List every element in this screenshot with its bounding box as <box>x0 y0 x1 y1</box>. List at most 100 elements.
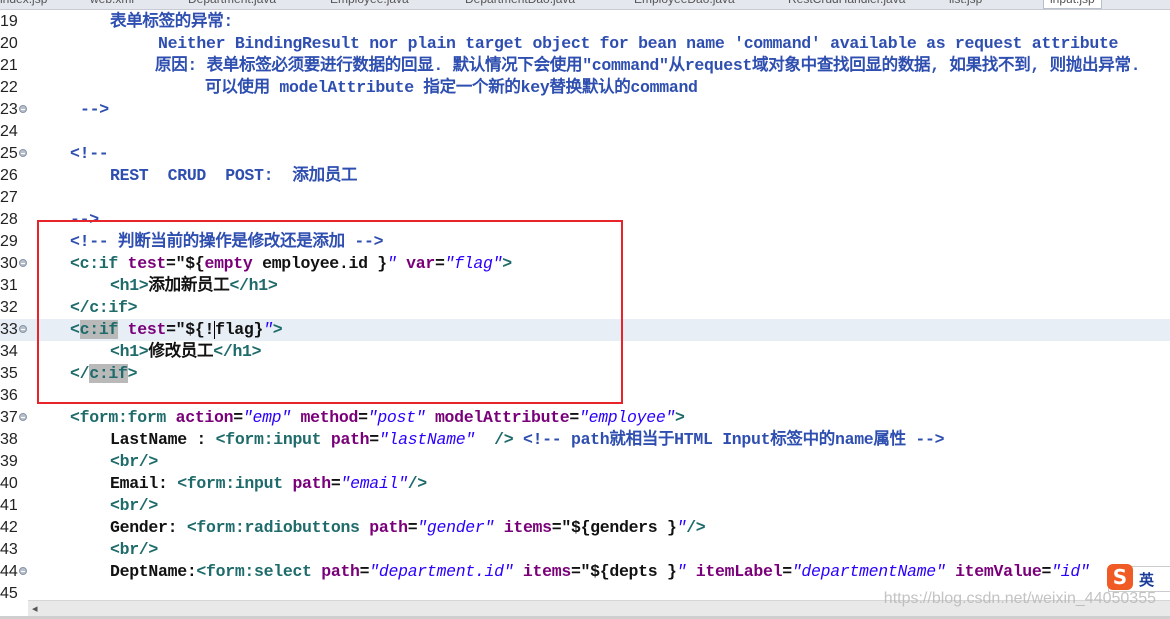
tab-list-jsp[interactable]: list.jsp <box>949 0 982 8</box>
scroll-left-icon[interactable]: ◂ <box>32 601 38 616</box>
code-line[interactable]: 40 Email: <form:input path="email"/> <box>0 473 1170 495</box>
tab-restcrudhandler-java[interactable]: RestCrudHandler.java <box>788 0 905 8</box>
sogou-ime-icon: S <box>1107 564 1133 590</box>
code-token: = <box>1041 562 1052 581</box>
code-token: <form:radiobuttons <box>186 518 370 537</box>
code-token: Neither BindingResult nor plain target o… <box>158 34 1119 53</box>
tab-input-jsp[interactable]: input.jsp <box>1043 0 1102 9</box>
line-number: 43 <box>0 541 18 558</box>
fold-toggle-icon[interactable] <box>19 567 27 575</box>
line-number: 39 <box>0 453 18 470</box>
code-token: "${genders } <box>561 518 677 537</box>
code-line[interactable]: 26 REST CRUD POST: 添加员工 <box>0 165 1170 187</box>
code-text: 可以使用 modelAttribute 指定一个新的key替换默认的comman… <box>205 77 698 99</box>
code-token: "gender" <box>417 518 495 537</box>
code-token: items <box>522 562 571 581</box>
code-line[interactable]: 41 <br/> <box>0 495 1170 517</box>
code-line[interactable]: 43 <br/> <box>0 539 1170 561</box>
code-token: <form:input <box>215 430 331 449</box>
code-line[interactable]: 27 <box>0 187 1170 209</box>
code-token: itemValue <box>955 562 1042 581</box>
line-number: 22 <box>0 79 18 96</box>
fold-toggle-icon[interactable] <box>19 325 27 333</box>
code-token: 原因: 表单标签必须要进行数据的回显. 默认情况下会使用"command"从re… <box>155 56 1141 75</box>
fold-toggle-icon[interactable] <box>19 259 27 267</box>
code-token: <form:form <box>70 408 176 427</box>
code-token: = <box>570 562 581 581</box>
code-token: "departmentName" <box>791 562 946 581</box>
line-number: 34 <box>0 343 18 360</box>
code-text: LastName : <form:input path="lastName" /… <box>110 429 945 451</box>
code-token: "department.id" <box>369 562 514 581</box>
code-text: Neither BindingResult nor plain target o… <box>158 33 1118 55</box>
code-line[interactable]: 38 LastName : <form:input path="lastName"… <box>0 429 1170 451</box>
code-token: <!-- path就相当于HTML Input标签中的name属性 --> <box>522 430 945 449</box>
code-token: /> <box>494 430 514 449</box>
code-token: <form:input <box>177 474 293 493</box>
line-number: 42 <box>0 519 18 536</box>
code-line[interactable]: 39 <br/> <box>0 451 1170 473</box>
line-number: 36 <box>0 387 18 404</box>
code-text: REST CRUD POST: 添加员工 <box>110 165 358 187</box>
code-token: = <box>359 562 370 581</box>
code-line[interactable]: 37 <form:form action="emp" method="post" … <box>0 407 1170 429</box>
tab-index-jsp[interactable]: index.jsp <box>0 0 47 8</box>
code-token: items <box>503 518 552 537</box>
line-number: 28 <box>0 211 18 228</box>
code-line[interactable]: 19 表单标签的异常: <box>0 11 1170 33</box>
code-text: <br/> <box>110 451 158 473</box>
code-line[interactable]: 20 Neither BindingResult nor plain target… <box>0 33 1170 55</box>
code-token: "emp" <box>242 408 291 427</box>
code-text: 原因: 表单标签必须要进行数据的回显. 默认情况下会使用"command"从re… <box>155 55 1141 77</box>
code-token: DeptName: <box>110 562 197 581</box>
tab-department-java[interactable]: Department.java <box>188 0 276 8</box>
code-token: /> <box>686 518 706 537</box>
code-text: <br/> <box>110 495 158 517</box>
code-token: <!-- <box>70 144 109 163</box>
code-token: /> <box>407 474 428 493</box>
code-token: Gender: <box>110 518 187 537</box>
line-number: 26 <box>0 167 18 184</box>
tab-employeedao-java[interactable]: EmployeeDao.java <box>634 0 735 8</box>
fold-toggle-icon[interactable] <box>19 149 27 157</box>
line-number: 24 <box>0 123 18 140</box>
code-line[interactable]: 24 <box>0 121 1170 143</box>
code-token: action <box>175 408 234 427</box>
code-line[interactable]: 23 --> <box>0 99 1170 121</box>
ime-indicator[interactable]: S 英 <box>1107 564 1170 592</box>
code-token: = <box>782 562 792 581</box>
code-token: <br/> <box>110 540 159 559</box>
highlight-box <box>37 220 623 404</box>
code-line[interactable]: 25 <!-- <box>0 143 1170 165</box>
code-token: --> <box>80 100 109 119</box>
code-token: method <box>300 408 359 427</box>
code-line[interactable]: 22 可以使用 modelAttribute 指定一个新的key替换默认的comm… <box>0 77 1170 99</box>
ime-language[interactable]: 英 <box>1139 569 1154 590</box>
line-number: 20 <box>0 35 18 52</box>
tab-employee-java[interactable]: Employee.java <box>330 0 409 8</box>
code-line[interactable]: 44 DeptName:<form:select path="department… <box>0 561 1170 583</box>
code-line[interactable]: 42 Gender: <form:radiobuttons path="gende… <box>0 517 1170 539</box>
line-number: 41 <box>0 497 18 514</box>
code-text: Email: <form:input path="email"/> <box>110 473 427 495</box>
fold-toggle-icon[interactable] <box>19 105 27 113</box>
code-token: <br/> <box>110 452 159 471</box>
code-token: modelAttribute <box>434 408 570 427</box>
tab-departmentdao-java[interactable]: DepartmentDao.java <box>465 0 575 8</box>
code-line[interactable]: 21 原因: 表单标签必须要进行数据的回显. 默认情况下会使用"command"从… <box>0 55 1170 77</box>
code-token: <br/> <box>110 496 159 515</box>
code-token: = <box>369 430 379 449</box>
code-token: "post" <box>367 408 426 427</box>
code-token: Email: <box>110 474 178 493</box>
code-token: " <box>676 562 687 581</box>
fold-toggle-icon[interactable] <box>19 413 27 421</box>
code-token: "id" <box>1051 562 1090 581</box>
code-token: itemLabel <box>695 562 783 581</box>
line-number: 31 <box>0 277 18 294</box>
line-number: 19 <box>0 13 18 30</box>
editor-tab-bar: index.jsp web.xml Department.java Employee.… <box>0 0 1170 10</box>
tab-web-xml[interactable]: web.xml <box>90 0 134 8</box>
code-text: <br/> <box>110 539 158 561</box>
